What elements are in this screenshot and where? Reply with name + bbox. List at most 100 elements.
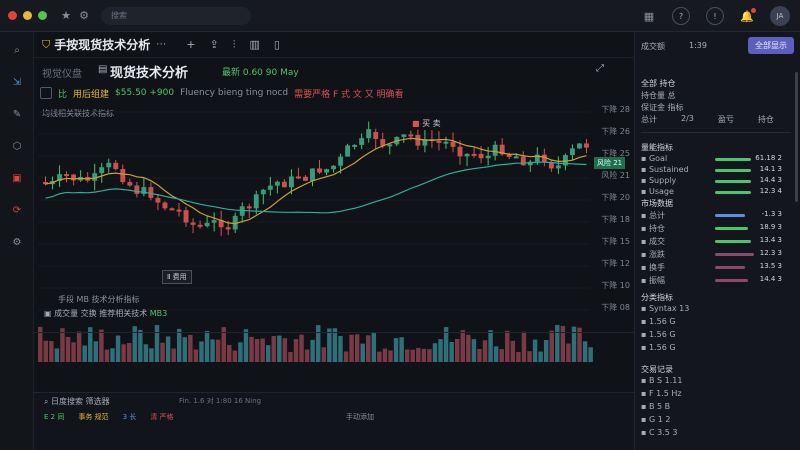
candle-body <box>190 222 196 225</box>
right-list-value: 61.18 2 <box>755 154 782 162</box>
metric[interactable]: 持仓 <box>758 114 774 125</box>
right-list-row[interactable]: ▪ 1.56 G <box>641 343 676 352</box>
scrollbar[interactable] <box>795 72 798 202</box>
candle-body <box>331 165 337 170</box>
right-item[interactable]: 持仓量 总 <box>641 90 676 101</box>
settings-icon[interactable]: ⚙ <box>9 234 25 250</box>
bottom-search[interactable]: ⌕ 日度搜索 筛选器 <box>44 396 110 407</box>
right-list-row[interactable]: ▪ 持仓 <box>641 223 665 234</box>
candle-body <box>352 144 358 147</box>
volume-bar <box>338 336 343 362</box>
chart-tool-icon[interactable]: ⇲ <box>9 74 25 90</box>
volume-bar <box>471 339 477 362</box>
volume-bar <box>360 343 365 362</box>
value-bar <box>715 158 751 161</box>
bell-icon[interactable]: 🔔 <box>740 8 756 23</box>
candle-body <box>253 194 259 209</box>
briefcase-icon[interactable]: ▣ <box>9 170 25 186</box>
candle-body <box>295 176 301 179</box>
price-chart[interactable] <box>34 32 634 450</box>
candle-body <box>408 134 414 137</box>
grid-icon[interactable]: ▦ <box>642 9 656 23</box>
volume-bar <box>499 349 504 362</box>
volume-bar <box>449 341 454 362</box>
price-axis-label: 下降 26 <box>601 127 630 136</box>
candle-body <box>176 209 182 212</box>
volume-bar <box>527 351 532 362</box>
show-all-button[interactable]: 全部显示 <box>748 36 794 54</box>
metric[interactable]: 2/3 <box>681 114 694 125</box>
candle-body <box>64 174 70 177</box>
help-icon[interactable]: ? <box>672 7 690 25</box>
avatar[interactable]: JA <box>770 6 790 26</box>
right-list-row[interactable]: ▪ Supply <box>641 176 676 185</box>
bottom-tab[interactable]: E 2 同 <box>44 412 64 422</box>
metric[interactable]: 总计 <box>641 114 657 125</box>
right-list-row[interactable]: ▪ 振幅 <box>641 275 665 286</box>
volume-bar <box>115 335 121 362</box>
refresh-icon[interactable]: ⟳ <box>9 202 25 218</box>
right-list-value: 12.3 3 <box>759 249 782 257</box>
bottom-tab[interactable]: 清 严格 <box>150 412 173 422</box>
right-list-row[interactable]: ▪ 总计 <box>641 210 665 221</box>
right-list-row[interactable]: ▪ Usage <box>641 187 674 196</box>
right-list-row[interactable]: ▪ F 1.5 Hz <box>641 389 682 398</box>
volume-title: 成交量 交换 推荐相关技术 <box>54 309 148 318</box>
bottom-tab[interactable]: 事务 规范 <box>78 412 108 422</box>
volume-bar <box>349 334 354 362</box>
right-list-row[interactable]: ▪ 1.56 G <box>641 330 676 339</box>
candle-body <box>345 145 351 157</box>
right-list-row[interactable]: ▪ Syntax 13 <box>641 304 689 313</box>
volume-bar <box>227 345 232 362</box>
right-list-row[interactable]: ▪ Sustained <box>641 165 689 174</box>
volume-bar <box>410 349 415 362</box>
gear-icon[interactable]: ⚙ <box>77 9 91 23</box>
value-bar <box>715 214 745 217</box>
window-controls <box>8 11 47 20</box>
pane-divider[interactable] <box>34 332 634 333</box>
right-list-value: 14.1 3 <box>759 165 782 173</box>
volume-bar <box>393 338 399 362</box>
close-window-button[interactable] <box>8 11 17 20</box>
right-list-row[interactable]: ▪ Goal <box>641 154 667 163</box>
cube-icon[interactable]: ⬡ <box>9 138 25 154</box>
volume-bar <box>210 339 215 362</box>
value-bar <box>715 191 751 194</box>
metric[interactable]: 盈亏 <box>718 114 734 125</box>
right-list-row[interactable]: ▪ 涨跌 <box>641 249 665 260</box>
volume-bar <box>177 328 182 362</box>
price-axis-label: 风险 21 <box>601 171 630 180</box>
right-list-row[interactable]: ▪ G 1 2 <box>641 415 670 424</box>
pen-icon[interactable]: ✎ <box>9 106 25 122</box>
minimize-window-button[interactable] <box>23 11 32 20</box>
right-item[interactable]: 保证金 指标 <box>641 102 684 113</box>
volume-bar <box>65 336 71 362</box>
volume-bar <box>516 351 521 362</box>
price-axis-label: 下降 12 <box>601 259 630 268</box>
volume-bar <box>343 351 349 362</box>
volume-bar <box>327 328 332 362</box>
search-icon[interactable]: ⌕ <box>9 42 25 58</box>
right-panel: 成交额 1:39 全部显示 全部 持仓 持仓量 总 保证金 指标 总计 2/3 … <box>634 32 800 450</box>
volume-bar <box>377 351 382 362</box>
candles <box>43 121 589 236</box>
right-list-row[interactable]: ▪ 换手 <box>641 262 665 273</box>
star-icon[interactable]: ★ <box>59 9 73 23</box>
search-input[interactable]: 搜索 <box>101 6 251 25</box>
alert-icon[interactable]: ! <box>706 7 724 25</box>
right-list-row[interactable]: ▪ B S 1.11 <box>641 376 682 385</box>
volume-bar <box>121 344 126 362</box>
volume-bar <box>171 348 176 362</box>
right-list-row[interactable]: ▪ 成交 <box>641 236 665 247</box>
bottom-tab[interactable]: 3 长 <box>123 412 137 422</box>
maximize-window-button[interactable] <box>38 11 47 20</box>
right-list-row[interactable]: ▪ B 5 B <box>641 402 670 411</box>
candle-body <box>436 140 442 143</box>
value-bar <box>715 169 751 172</box>
candle-body <box>380 139 386 146</box>
flag-annotation[interactable]: Ⅱ 费用 <box>162 270 192 284</box>
volume-bar <box>427 349 432 362</box>
candle-body <box>169 208 175 211</box>
right-list-row[interactable]: ▪ C 3.5 3 <box>641 428 677 437</box>
right-list-row[interactable]: ▪ 1.56 G <box>641 317 676 326</box>
